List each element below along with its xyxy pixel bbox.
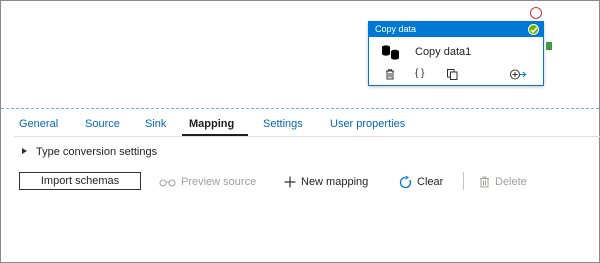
tab-general[interactable]: General	[19, 114, 58, 134]
refresh-icon	[399, 175, 412, 188]
tab-source[interactable]: Source	[85, 114, 120, 134]
error-indicator-icon	[530, 7, 542, 19]
glasses-icon	[159, 179, 176, 187]
active-tab-indicator	[182, 134, 248, 136]
success-output-port[interactable]	[546, 42, 552, 50]
new-mapping-label: New mapping	[301, 176, 369, 188]
import-schemas-button[interactable]: Import schemas	[19, 172, 141, 190]
tabs-divider	[14, 136, 600, 137]
code-braces-icon[interactable]: { }	[415, 68, 424, 79]
delete-icon[interactable]	[385, 69, 395, 83]
copy-database-icon	[382, 45, 400, 60]
type-conversion-label: Type conversion settings	[36, 146, 158, 158]
new-mapping-button[interactable]: New mapping	[284, 175, 368, 189]
activity-type-label: Copy data	[375, 24, 417, 34]
clear-button[interactable]: Clear	[399, 175, 443, 189]
delete-button[interactable]: Delete	[479, 175, 527, 189]
activity-name: Copy data1	[415, 46, 472, 58]
trash-icon	[480, 176, 489, 188]
success-check-icon	[528, 24, 539, 35]
type-conversion-toggle[interactable]: Type conversion settings	[22, 146, 157, 158]
plus-icon	[284, 176, 296, 188]
canvas-divider[interactable]	[1, 108, 599, 109]
preview-source-button[interactable]: Preview source	[159, 175, 256, 189]
copy-icon[interactable]	[447, 69, 458, 83]
tab-user-properties[interactable]: User properties	[330, 114, 405, 134]
preview-source-label: Preview source	[181, 176, 257, 188]
tab-settings[interactable]: Settings	[263, 114, 303, 134]
expand-caret-icon	[22, 148, 27, 155]
toolbar-separator	[463, 172, 464, 190]
delete-label: Delete	[495, 176, 527, 188]
tab-mapping[interactable]: Mapping	[189, 114, 234, 134]
copy-data-activity[interactable]: Copy data Copy data1 { }	[368, 21, 544, 86]
clear-label: Clear	[417, 176, 444, 188]
tab-sink[interactable]: Sink	[145, 114, 166, 134]
activity-header: Copy data	[369, 22, 543, 37]
add-output-icon[interactable]	[509, 69, 527, 83]
